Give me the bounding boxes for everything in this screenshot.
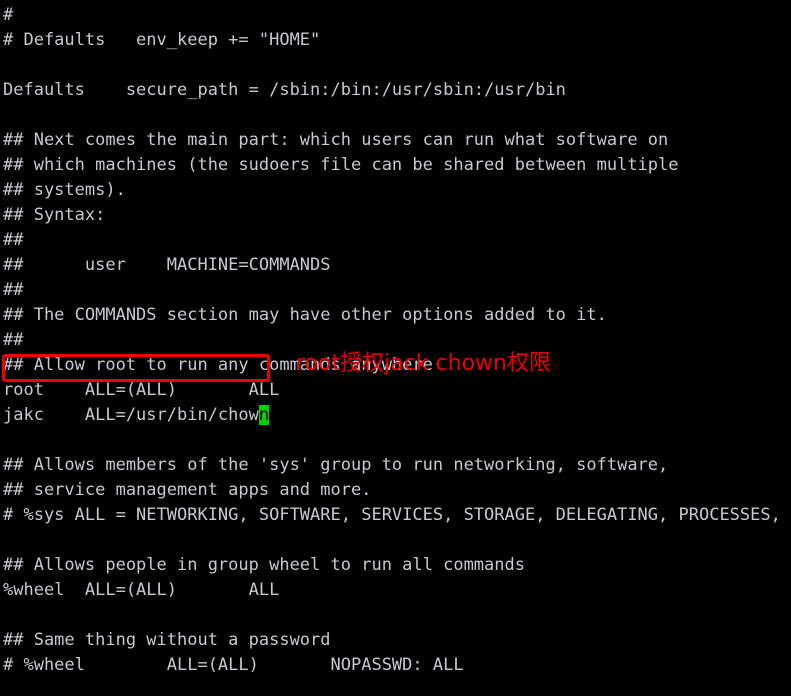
- code-line-root-rule: root ALL=(ALL) ALL: [3, 380, 280, 400]
- code-line: ## which machines (the sudoers file can …: [3, 155, 679, 175]
- red-annotation-text: root授权jack chown权限: [296, 351, 551, 376]
- code-line: #: [3, 5, 14, 25]
- code-line: ## Syntax:: [3, 205, 106, 225]
- code-line: ## systems).: [3, 180, 126, 200]
- code-line: # Defaults env_keep += "HOME": [3, 30, 321, 50]
- code-line: ## Allows people in group wheel to run a…: [3, 555, 525, 575]
- code-line: %wheel ALL=(ALL) ALL: [3, 580, 280, 600]
- code-line: ## The COMMANDS section may have other o…: [3, 305, 607, 325]
- code-line: ##: [3, 280, 24, 300]
- code-line: Defaults secure_path = /sbin:/bin:/usr/s…: [3, 80, 566, 100]
- text-cursor: n: [258, 405, 270, 425]
- code-line: ##: [3, 230, 24, 250]
- terminal-window[interactable]: # # Defaults env_keep += "HOME" Defaults…: [0, 0, 791, 696]
- jakc-rule-text: jakc ALL=/usr/bin/chow: [3, 405, 259, 425]
- code-line: # %sys ALL = NETWORKING, SOFTWARE, SERVI…: [3, 505, 791, 525]
- code-line-jakc-rule[interactable]: jakc ALL=/usr/bin/chown: [3, 403, 791, 428]
- code-line: ## Same thing without a password: [3, 630, 331, 650]
- code-line: ## Next comes the main part: which users…: [3, 130, 669, 150]
- code-line: ## user MACHINE=COMMANDS: [3, 255, 331, 275]
- code-line: # %wheel ALL=(ALL) NOPASSWD: ALL: [3, 655, 464, 675]
- code-line: ##: [3, 330, 24, 350]
- sudoers-file-content[interactable]: # # Defaults env_keep += "HOME" Defaults…: [3, 3, 791, 696]
- code-line: ## Allows members of the 'sys' group to …: [3, 455, 669, 475]
- code-line: ## service management apps and more.: [3, 480, 372, 500]
